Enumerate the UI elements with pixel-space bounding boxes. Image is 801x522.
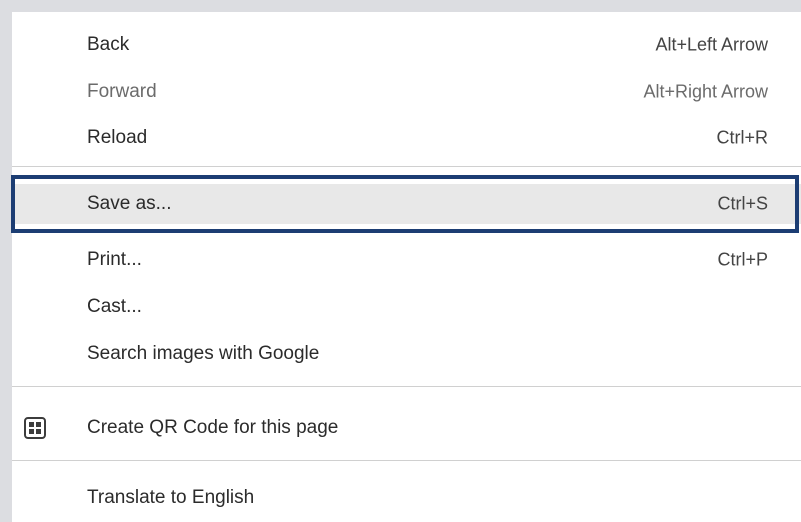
menu-item-shortcut: Alt+Left Arrow bbox=[655, 34, 768, 55]
menu-item-print[interactable]: Print... Ctrl+P bbox=[12, 240, 801, 280]
menu-separator bbox=[12, 166, 801, 167]
menu-item-translate[interactable]: Translate to English bbox=[12, 478, 801, 518]
menu-item-shortcut: Alt+Right Arrow bbox=[643, 81, 768, 102]
menu-item-back[interactable]: Back Alt+Left Arrow bbox=[12, 25, 801, 65]
menu-item-label: Forward bbox=[87, 81, 157, 102]
menu-item-reload[interactable]: Reload Ctrl+R bbox=[12, 118, 801, 158]
menu-separator bbox=[12, 460, 801, 461]
qr-code-icon bbox=[24, 417, 46, 439]
menu-item-cast[interactable]: Cast... bbox=[12, 287, 801, 327]
menu-item-label: Reload bbox=[87, 127, 148, 148]
menu-item-label: Back bbox=[87, 34, 130, 55]
menu-item-forward: Forward Alt+Right Arrow bbox=[12, 72, 801, 112]
menu-item-shortcut: Ctrl+P bbox=[717, 249, 768, 270]
menu-separator bbox=[12, 386, 801, 387]
menu-item-label: Cast... bbox=[87, 296, 142, 317]
menu-item-search-images[interactable]: Search images with Google bbox=[12, 334, 801, 374]
menu-item-label: Search images with Google bbox=[87, 343, 320, 364]
menu-item-create-qr-code[interactable]: Create QR Code for this page bbox=[12, 408, 801, 448]
menu-item-label: Print... bbox=[87, 249, 142, 270]
menu-item-shortcut: Ctrl+R bbox=[716, 127, 768, 148]
context-menu: Back Alt+Left Arrow Forward Alt+Right Ar… bbox=[11, 12, 801, 522]
menu-item-label: Create QR Code for this page bbox=[87, 417, 339, 438]
menu-item-label: Translate to English bbox=[87, 487, 255, 508]
selection-highlight-box bbox=[11, 175, 799, 233]
